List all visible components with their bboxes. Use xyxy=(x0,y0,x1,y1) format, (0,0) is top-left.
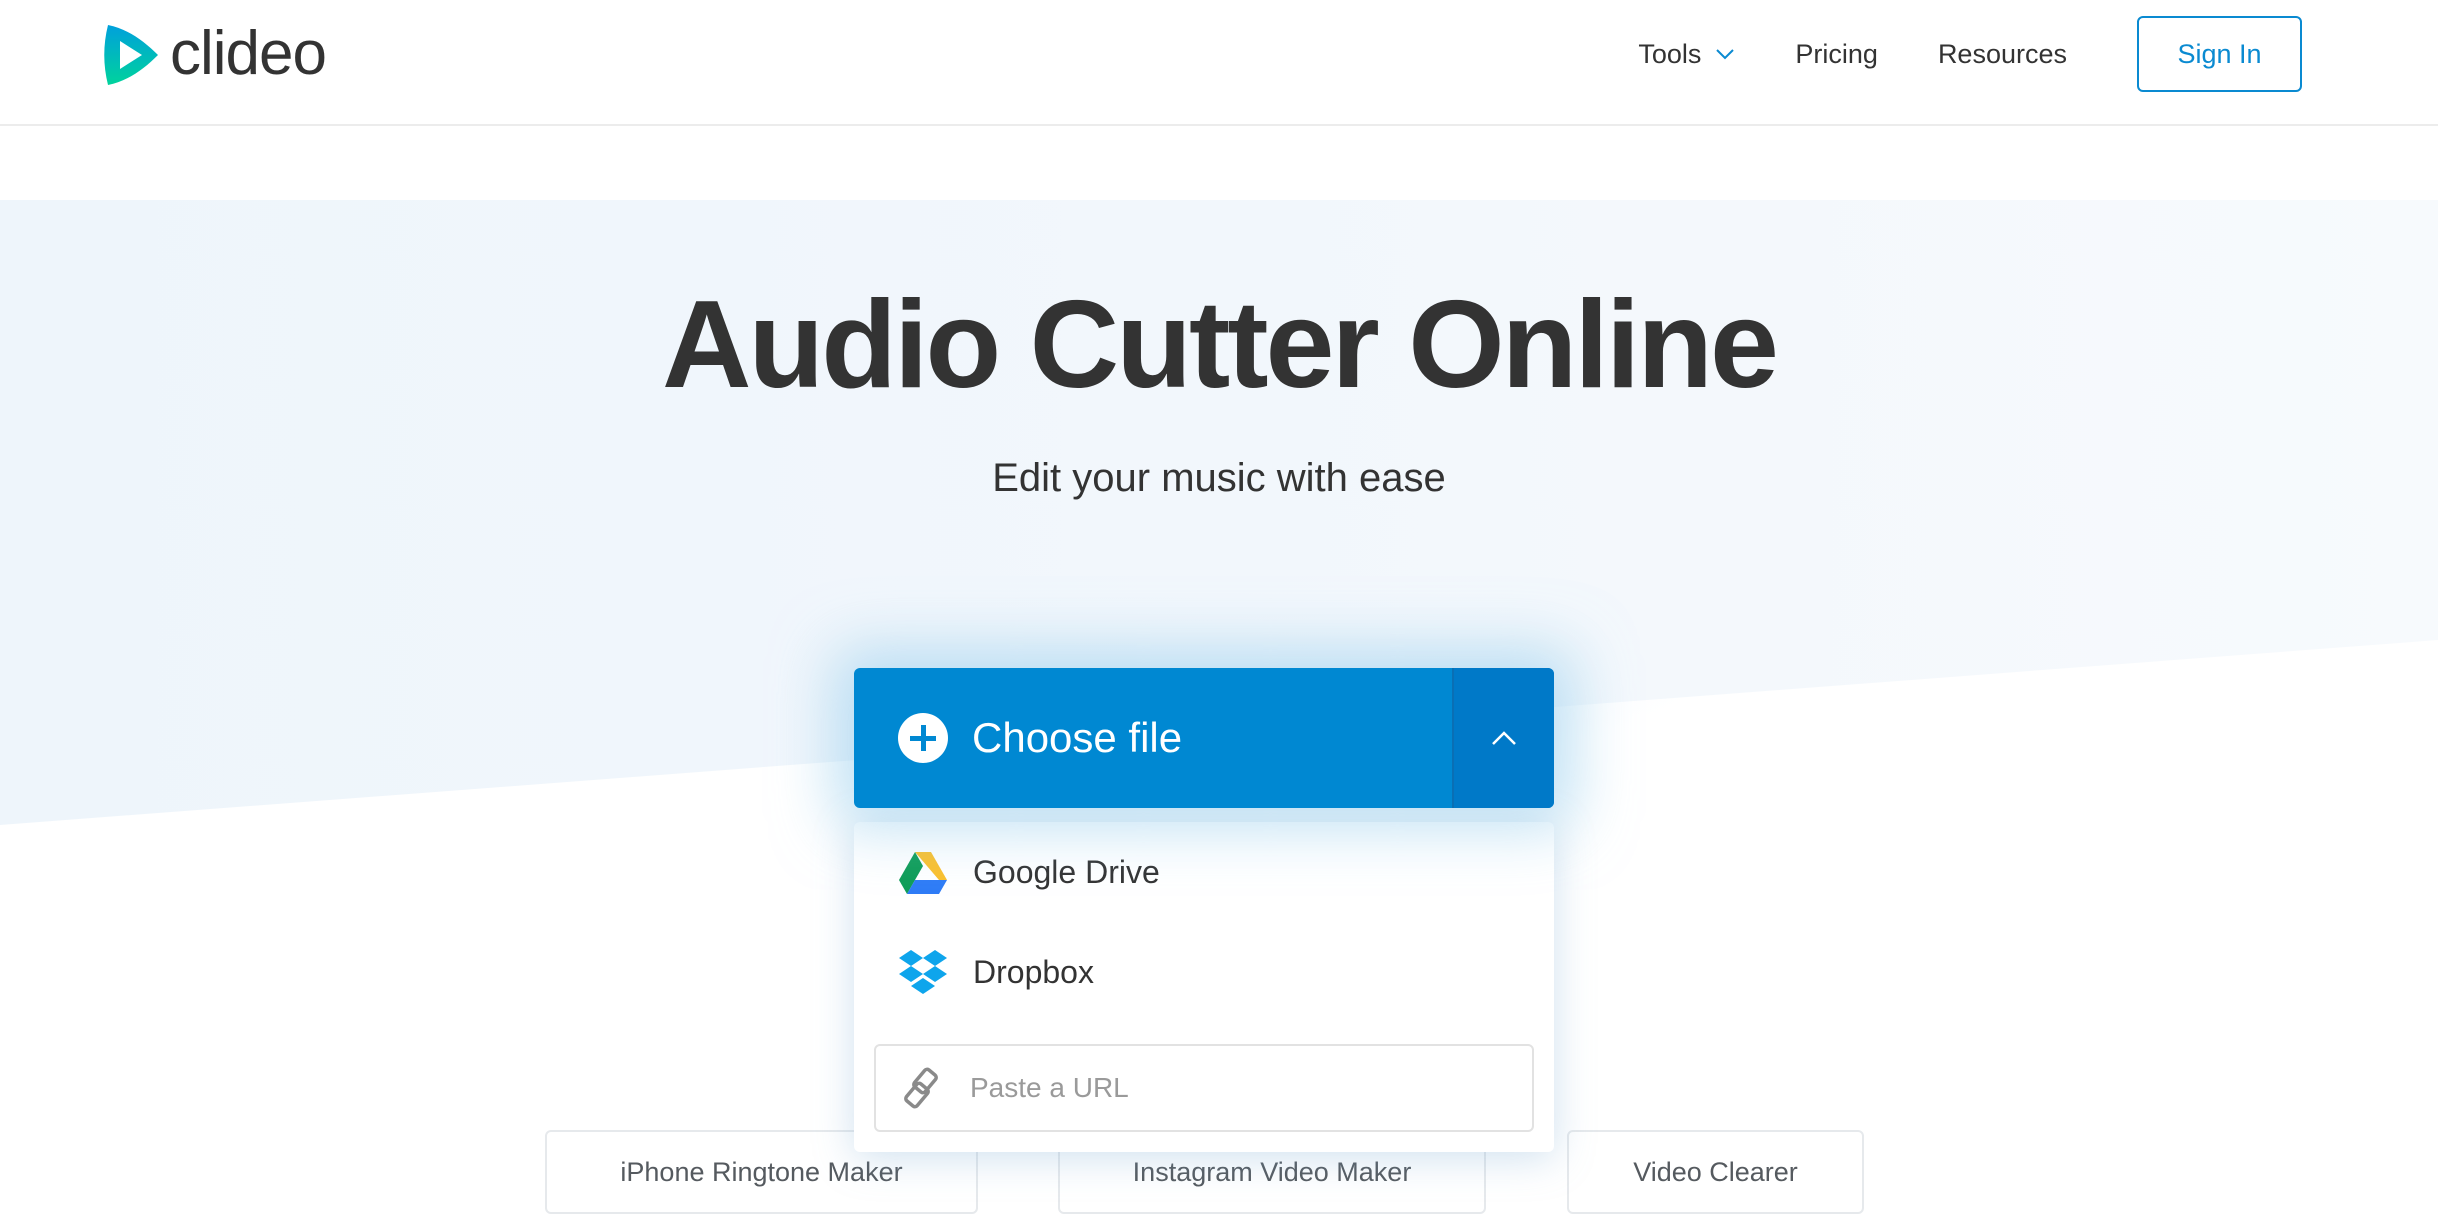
hero: Audio Cutter Online Edit your music with… xyxy=(0,270,2438,501)
nav-tools[interactable]: Tools xyxy=(1638,39,1735,70)
site-header: clideo Tools Pricing Resources Sign In xyxy=(0,0,2438,126)
source-google-drive[interactable]: Google Drive xyxy=(874,822,1534,922)
nav-tools-label: Tools xyxy=(1638,38,1702,69)
page-title: Audio Cutter Online xyxy=(661,276,1779,414)
dropbox-icon xyxy=(899,950,947,994)
upload-widget: Choose file Google Drive Dropbox Paste a… xyxy=(854,668,1554,1152)
source-google-drive-label: Google Drive xyxy=(973,853,1160,890)
google-drive-icon xyxy=(899,852,947,894)
choose-file-label: Choose file xyxy=(972,714,1183,761)
plus-circle-icon xyxy=(898,713,948,763)
nav-resources[interactable]: Resources xyxy=(1938,39,2067,70)
chevron-down-icon xyxy=(1716,49,1735,60)
clideo-logo[interactable]: clideo xyxy=(104,19,327,88)
url-field-container xyxy=(874,1044,1534,1132)
link-icon xyxy=(904,1067,938,1109)
nav-pricing-label: Pricing xyxy=(1795,38,1878,69)
sign-in-button[interactable]: Sign In xyxy=(2137,16,2302,92)
upload-source-menu: Google Drive Dropbox xyxy=(854,822,1554,1152)
nav-pricing[interactable]: Pricing xyxy=(1795,39,1878,70)
related-tool-video-clearer[interactable]: Video Clearer xyxy=(1567,1130,1864,1214)
nav-resources-label: Resources xyxy=(1937,38,2067,69)
clideo-logo-icon xyxy=(104,25,158,85)
logo-text: clideo xyxy=(170,19,327,88)
main-nav: Tools Pricing Resources Sign In xyxy=(1638,16,2302,92)
source-dropbox[interactable]: Dropbox xyxy=(874,922,1534,1022)
chevron-up-icon xyxy=(1492,731,1516,745)
source-dropbox-label: Dropbox xyxy=(973,953,1094,990)
choose-file-button[interactable]: Choose file xyxy=(854,668,1452,808)
upload-options-toggle[interactable] xyxy=(1452,668,1554,808)
choose-file-button-group: Choose file xyxy=(854,668,1554,808)
paste-url-input[interactable] xyxy=(970,1072,1490,1104)
page-subtitle: Edit your music with ease xyxy=(992,456,1446,500)
